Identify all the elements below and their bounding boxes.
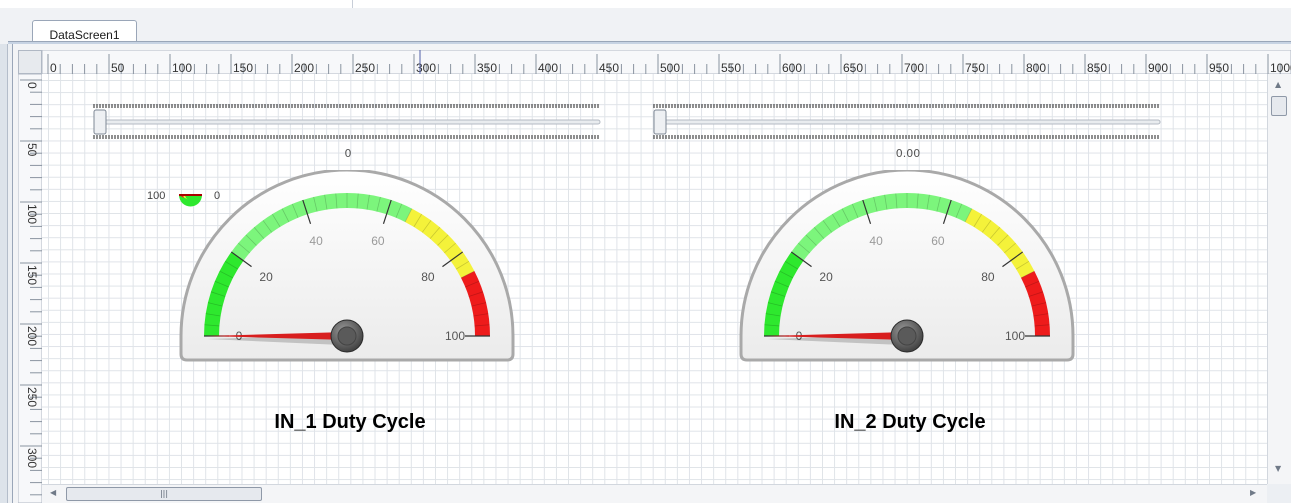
gauge-in2-title: IN_2 Duty Cycle — [834, 411, 986, 433]
gauge-scale-label: 80 — [981, 270, 995, 284]
vertical-ruler: 0 50 100 150 200 250 300 — [18, 74, 42, 503]
gauge-scale-label: 100 — [1005, 329, 1025, 343]
h-ruler-label: 800 — [1026, 61, 1046, 74]
slider-2[interactable] — [652, 102, 1164, 142]
gauge-scale-label: 60 — [371, 234, 385, 248]
scroll-up-icon[interactable]: ▲ — [1275, 80, 1281, 89]
v-ruler-bg — [18, 74, 42, 503]
toolbar-divider — [352, 0, 353, 8]
h-ruler-label: 0 — [50, 61, 57, 74]
slider-2-value: 0.00 — [895, 147, 921, 160]
gauge-scale-label: 80 — [421, 270, 435, 284]
design-canvas[interactable]: 0 0.00 100 0 020406080100 IN_1 Duty Cycl… — [42, 74, 1267, 484]
h-ruler-label: 450 — [599, 61, 619, 74]
ruler-corner — [18, 50, 42, 74]
slider-thumb — [93, 109, 107, 135]
gauge-scale-label: 100 — [445, 329, 465, 343]
gauge-scale-label: 40 — [309, 234, 323, 248]
v-ruler-label: 100 — [25, 204, 39, 224]
horizontal-scroll-thumb[interactable]: ||| — [66, 487, 262, 501]
scroll-right-icon[interactable]: ▶ — [1250, 488, 1256, 497]
gauge-scale-label: 20 — [819, 270, 833, 284]
h-ruler-label: 300 — [416, 61, 436, 74]
v-ruler-label: 150 — [25, 265, 39, 285]
v-ruler-label: 300 — [25, 448, 39, 468]
h-ruler-label: 1000 — [1270, 61, 1291, 74]
h-ruler-label: 50 — [111, 61, 125, 74]
gauge-in2[interactable]: 020406080100 — [737, 170, 1087, 362]
slider-thumb — [653, 109, 667, 135]
scroll-down-icon[interactable]: ▼ — [1275, 464, 1281, 473]
h-ruler-label: 250 — [355, 61, 375, 74]
slider-1[interactable] — [92, 102, 604, 142]
left-edge-panel — [0, 8, 8, 503]
h-ruler-label: 750 — [965, 61, 985, 74]
h-ruler-label: 950 — [1209, 61, 1229, 74]
v-ruler-label: 200 — [25, 326, 39, 346]
h-ruler-label: 850 — [1087, 61, 1107, 74]
h-ruler-label: 100 — [172, 61, 192, 74]
h-ruler-label: 150 — [233, 61, 253, 74]
vertical-scrollbar[interactable]: ▲ ▼ — [1267, 74, 1291, 484]
slider-track — [653, 119, 1161, 125]
v-ruler-label: 50 — [25, 143, 39, 157]
h-ruler-label: 900 — [1148, 61, 1168, 74]
gauge-scale-label: 40 — [869, 234, 883, 248]
h-ruler-label: 550 — [721, 61, 741, 74]
gauge-hub-cap — [337, 326, 357, 346]
slider-1-value: 0 — [344, 147, 352, 160]
gauge-in1[interactable]: 020406080100 — [177, 170, 527, 362]
h-ruler-label: 400 — [538, 61, 558, 74]
horizontal-scrollbar[interactable]: ◀ ||| ▶ — [42, 484, 1267, 503]
h-ruler-label: 200 — [294, 61, 314, 74]
tab-strip: DataScreen1 — [0, 8, 1291, 50]
scroll-left-icon[interactable]: ◀ — [50, 488, 56, 497]
h-ruler-label: 600 — [782, 61, 802, 74]
scroll-corner — [1267, 484, 1291, 503]
h-ruler-label: 350 — [477, 61, 497, 74]
slider-track — [93, 119, 601, 125]
h-ruler-label: 650 — [843, 61, 863, 74]
gauge-in1-title: IN_1 Duty Cycle — [274, 411, 426, 433]
gauge-scale-label: 20 — [259, 270, 273, 284]
vertical-scroll-thumb[interactable] — [1271, 96, 1287, 116]
v-ruler-label: 0 — [25, 82, 39, 89]
v-ruler-label: 250 — [25, 387, 39, 407]
horizontal-ruler: 0 50 100 150 200 250 300 350 400 450 500 550 600 650 7… — [42, 50, 1291, 74]
h-ruler-label: 700 — [904, 61, 924, 74]
gauge-scale-label: 60 — [931, 234, 945, 248]
mini-gauge-left-label: 100 — [147, 190, 165, 202]
gauge-hub-cap — [897, 326, 917, 346]
h-ruler-label: 500 — [660, 61, 680, 74]
